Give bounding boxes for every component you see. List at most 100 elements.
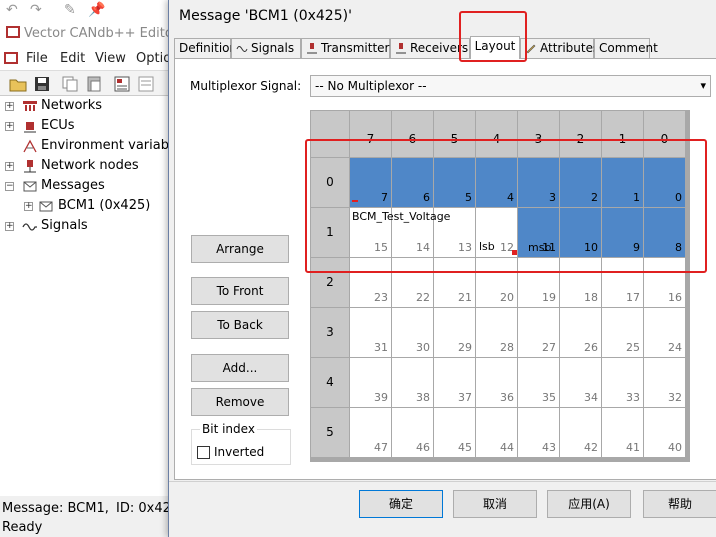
bit-cell[interactable]: 43 (518, 408, 559, 457)
tab-label: Layout (474, 39, 516, 53)
network-node-icon (395, 41, 407, 54)
bit-number: 44 (500, 441, 514, 454)
tab-comment[interactable]: Comment (594, 38, 658, 58)
to-front-button[interactable]: To Front (191, 277, 289, 305)
tab-receivers[interactable]: Receivers (390, 38, 470, 58)
edit-icon[interactable]: ✎ (64, 2, 76, 18)
bit-cell[interactable]: 25 (602, 308, 643, 357)
bit-cell[interactable]: 34 (560, 358, 601, 407)
menu-edit[interactable]: Edit (60, 51, 85, 66)
tab-label: Signals (251, 41, 295, 55)
tree-item-messages[interactable]: − Messages (0, 176, 172, 196)
add-button[interactable]: Add... (191, 354, 289, 382)
bit-cell[interactable]: 44 (476, 408, 517, 457)
bit-number: 22 (416, 291, 430, 304)
network-icon (22, 98, 38, 114)
menu-view[interactable]: View (95, 51, 126, 66)
bit-cell[interactable]: 40 (644, 408, 685, 457)
chevron-down-icon: ▾ (700, 79, 706, 92)
open-folder-icon[interactable] (8, 74, 28, 94)
cancel-button[interactable]: 取消 (453, 490, 537, 518)
redo-icon[interactable]: ↷ (30, 2, 42, 18)
bit-index-label: Bit index (200, 422, 257, 436)
multiplexor-select[interactable]: -- No Multiplexor -- ▾ (310, 75, 711, 97)
list-icon[interactable] (136, 74, 156, 94)
tab-layout[interactable]: Layout (470, 36, 520, 59)
main-toolbar (0, 70, 172, 96)
tab-signals[interactable]: Signals (231, 38, 301, 58)
bit-cell[interactable]: 30 (392, 308, 433, 357)
bit-cell[interactable]: 29 (434, 308, 475, 357)
multiplexor-value: -- No Multiplexor -- (315, 79, 427, 93)
bit-cell[interactable]: 31 (350, 308, 391, 357)
bit-cell[interactable]: 33 (602, 358, 643, 407)
bit-cell[interactable]: 35 (518, 358, 559, 407)
ok-button[interactable]: 确定 (359, 490, 443, 518)
bit-cell[interactable]: 45 (434, 408, 475, 457)
apply-button[interactable]: 应用(A) (547, 490, 631, 518)
app-menu-icon[interactable] (4, 52, 18, 64)
menu-file[interactable]: File (26, 51, 48, 66)
remove-button[interactable]: Remove (191, 388, 289, 416)
copy-icon[interactable] (60, 74, 80, 94)
bit-cell[interactable]: 46 (392, 408, 433, 457)
tree-item-signals[interactable]: + Signals (0, 216, 172, 236)
bit-index-group: Bit index Inverted (191, 422, 291, 465)
tree-label: Environment variables (41, 138, 188, 153)
bit-cell[interactable]: 47 (350, 408, 391, 457)
tab-label: Definition (179, 41, 238, 55)
bit-cell[interactable]: 26 (560, 308, 601, 357)
properties-icon[interactable] (112, 74, 132, 94)
paste-icon[interactable] (84, 74, 104, 94)
to-back-button[interactable]: To Back (191, 311, 289, 339)
pin-icon[interactable]: 📌 (88, 2, 105, 18)
bit-number: 35 (542, 391, 556, 404)
expand-icon[interactable]: + (5, 122, 14, 131)
grid-row-header: 4 (311, 358, 349, 407)
expand-icon[interactable]: + (24, 202, 33, 211)
network-node-icon (22, 158, 38, 174)
network-node-icon (306, 41, 318, 54)
grid-row-header: 3 (311, 308, 349, 357)
bit-number: 37 (458, 391, 472, 404)
bit-cell[interactable]: 41 (602, 408, 643, 457)
dialog-title: Message 'BCM1 (0x425)' (179, 8, 352, 24)
tab-transmitters[interactable]: Transmitters (301, 38, 396, 58)
bit-number: 31 (374, 341, 388, 354)
inverted-checkbox[interactable] (197, 446, 210, 459)
undo-icon[interactable]: ↶ (6, 2, 18, 18)
signal-wave-icon (22, 218, 38, 234)
bit-cell[interactable]: 39 (350, 358, 391, 407)
multiplexor-label: Multiplexor Signal: (190, 79, 302, 93)
help-button[interactable]: 帮助 (643, 490, 716, 518)
expand-icon[interactable]: + (5, 222, 14, 231)
bit-cell[interactable]: 42 (560, 408, 601, 457)
tree-item-environment-variables[interactable]: Environment variables (0, 136, 187, 156)
status-bar: Message: BCM1, ID: 0x425 Ready (0, 496, 179, 537)
tree-item-bcm1[interactable]: + BCM1 (0x425) (20, 196, 172, 216)
bit-number: 30 (416, 341, 430, 354)
tree-item-networks[interactable]: + Networks (0, 96, 172, 116)
bit-cell[interactable]: 32 (644, 358, 685, 407)
expand-icon[interactable]: + (5, 102, 14, 111)
environment-variable-icon (22, 138, 38, 154)
bit-cell[interactable]: 28 (476, 308, 517, 357)
collapse-icon[interactable]: − (5, 182, 14, 191)
bit-cell[interactable]: 36 (476, 358, 517, 407)
bit-cell[interactable]: 24 (644, 308, 685, 357)
bit-cell[interactable]: 27 (518, 308, 559, 357)
save-icon[interactable] (32, 74, 52, 94)
arrange-button[interactable]: Arrange (191, 235, 289, 263)
bit-number: 47 (374, 441, 388, 454)
bit-number: 24 (668, 341, 682, 354)
tab-attributes[interactable]: Attributes (520, 38, 599, 58)
tree-label: Network nodes (41, 158, 139, 173)
menu-options[interactable]: Optio (136, 51, 171, 66)
tree-item-ecus[interactable]: + ECUs (0, 116, 172, 136)
tree-label: Signals (41, 218, 88, 233)
expand-icon[interactable]: + (5, 162, 14, 171)
tree-item-network-nodes[interactable]: + Network nodes (0, 156, 172, 176)
bit-cell[interactable]: 37 (434, 358, 475, 407)
bit-cell[interactable]: 38 (392, 358, 433, 407)
tab-definition[interactable]: Definition (174, 38, 237, 58)
